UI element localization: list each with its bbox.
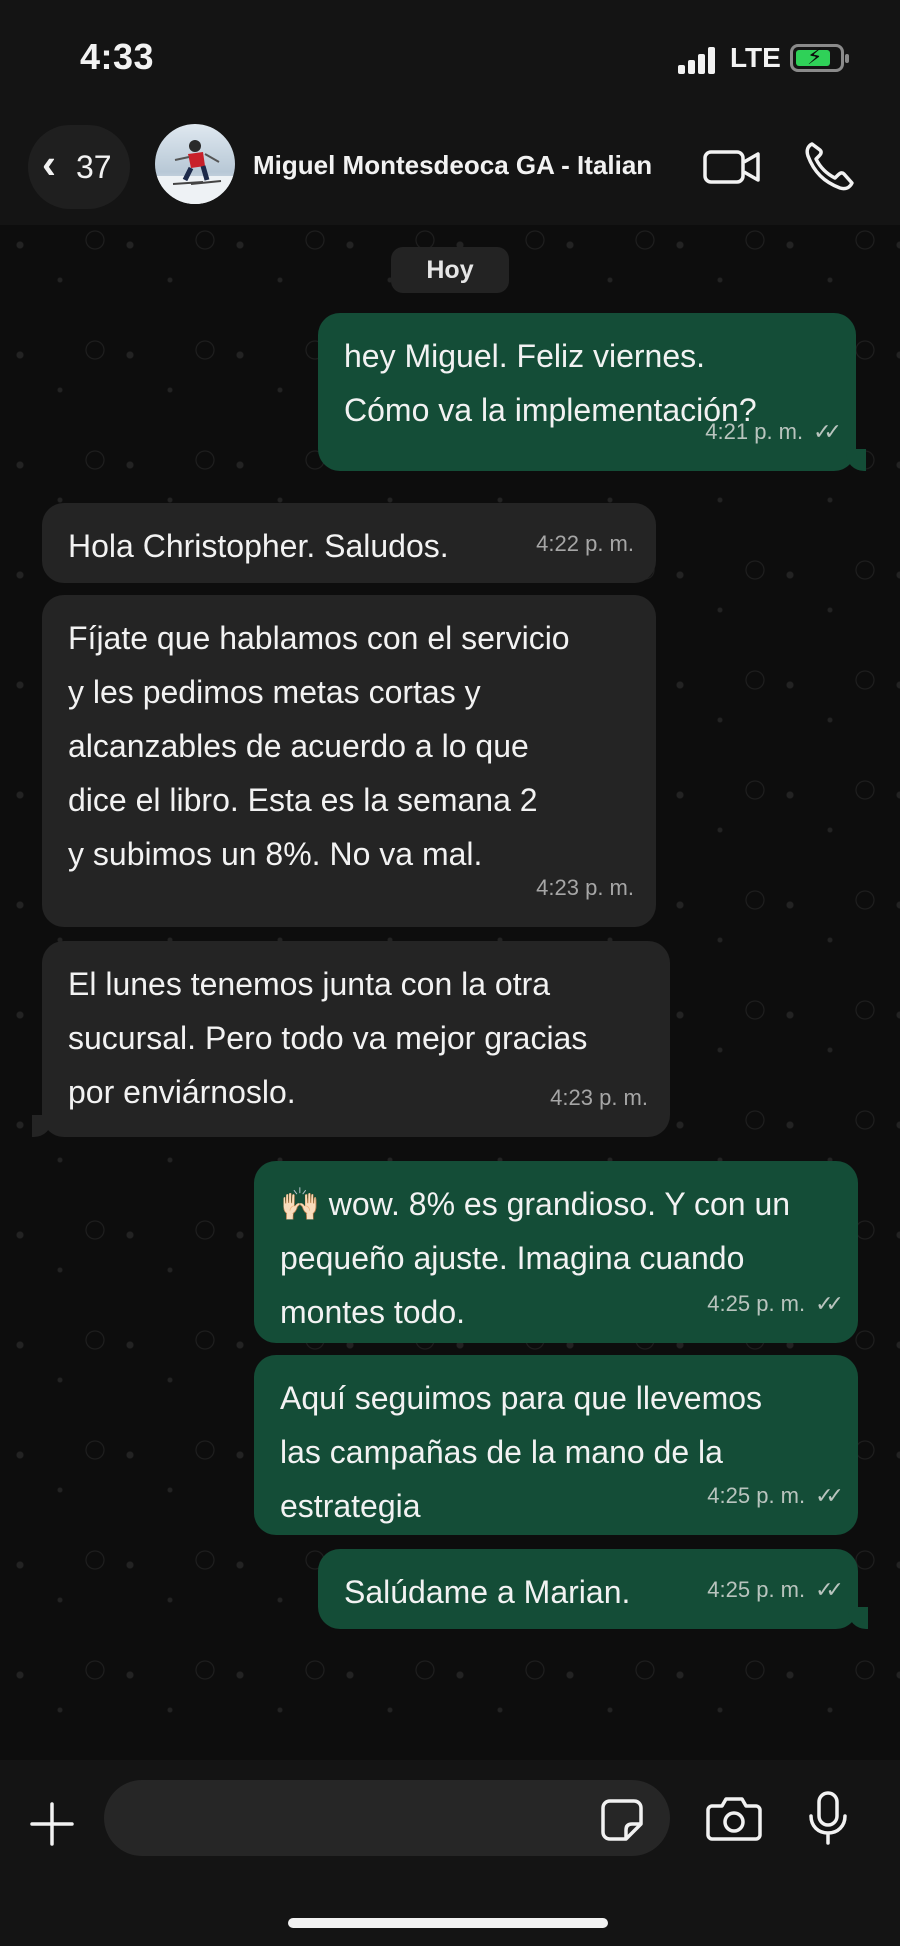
sticker-button[interactable] [600, 1798, 644, 1842]
message-meta: 4:22 p. m. [536, 517, 634, 571]
message-bubble-incoming[interactable]: El lunes tenemos junta con la otra sucur… [32, 941, 670, 1137]
message-bubble-outgoing[interactable]: hey Miguel. Feliz viernes. Cómo va la im… [318, 313, 866, 471]
bubble-tail [32, 1115, 52, 1137]
message-time: 4:21 p. m. [705, 419, 804, 444]
message-meta: 4:23 p. m. [550, 1071, 648, 1125]
date-separator: Hoy [391, 247, 509, 293]
attach-button[interactable] [28, 1800, 76, 1848]
battery-icon: ⚡ [790, 44, 849, 72]
voice-call-button[interactable] [800, 138, 856, 194]
back-button[interactable]: ‹ 37 [28, 125, 130, 209]
message-input[interactable] [104, 1780, 670, 1856]
message-composer [0, 1760, 900, 1946]
status-time: 4:33 [80, 36, 155, 77]
message-time: 4:23 p. m. [550, 1085, 648, 1110]
chat-area[interactable]: Hoy hey Miguel. Feliz viernes. Cómo va l… [0, 225, 900, 1760]
chevron-left-icon: ‹ [42, 140, 56, 187]
message-bubble-incoming[interactable]: Fíjate que hablamos con el servicio y le… [42, 595, 656, 927]
contact-name[interactable]: Miguel Montesdeoca GA - Italian [253, 150, 652, 181]
message-time: 4:25 p. m. [707, 1291, 806, 1316]
message-time: 4:25 p. m. [707, 1577, 806, 1602]
status-bar: 4:33 LTE ⚡ [0, 0, 900, 110]
chat-header: ‹ 37 Miguel Montesdeoca GA - Italian [0, 110, 900, 225]
double-check-icon: ✓✓ [815, 1291, 844, 1316]
double-check-icon: ✓✓ [813, 419, 842, 444]
video-camera-icon [703, 150, 760, 184]
plus-icon [30, 1802, 74, 1846]
phone-icon [805, 142, 854, 191]
avatar[interactable] [155, 124, 235, 204]
camera-button[interactable] [706, 1794, 762, 1842]
double-check-icon: ✓✓ [815, 1483, 844, 1508]
message-meta: 4:25 p. m. ✓✓ [707, 1469, 844, 1523]
message-bubble-outgoing[interactable]: 🙌🏻 wow. 8% es grandioso. Y con un pequeñ… [254, 1161, 858, 1343]
signal-strength-icon [678, 46, 718, 74]
message-bubble-outgoing[interactable]: Salúdame a Marian. 4:25 p. m. ✓✓ [318, 1549, 868, 1629]
unread-count: 37 [76, 149, 112, 185]
message-meta: 4:23 p. m. [536, 861, 634, 915]
message-meta: 4:25 p. m. ✓✓ [707, 1563, 844, 1617]
voice-message-button[interactable] [806, 1790, 850, 1846]
video-call-button[interactable] [702, 142, 762, 192]
network-label: LTE [730, 42, 781, 73]
message-bubble-incoming[interactable]: Hola Christopher. Saludos. 4:22 p. m. [42, 503, 656, 583]
double-check-icon: ✓✓ [815, 1577, 844, 1602]
camera-icon [706, 1797, 762, 1841]
sticker-icon [601, 1799, 643, 1841]
message-bubble-outgoing[interactable]: Aquí seguimos para que llevemos las camp… [254, 1355, 858, 1535]
message-meta: 4:25 p. m. ✓✓ [707, 1277, 844, 1331]
message-text: Fíjate que hablamos con el servicio y le… [68, 620, 570, 872]
microphone-icon [809, 1791, 847, 1845]
message-time: 4:22 p. m. [536, 531, 634, 556]
home-indicator[interactable] [288, 1918, 608, 1928]
message-time: 4:23 p. m. [536, 875, 634, 900]
message-time: 4:25 p. m. [707, 1483, 806, 1508]
message-meta: 4:21 p. m. ✓✓ [705, 405, 842, 459]
bubble-tail [846, 449, 866, 471]
bubble-tail [848, 1607, 868, 1629]
